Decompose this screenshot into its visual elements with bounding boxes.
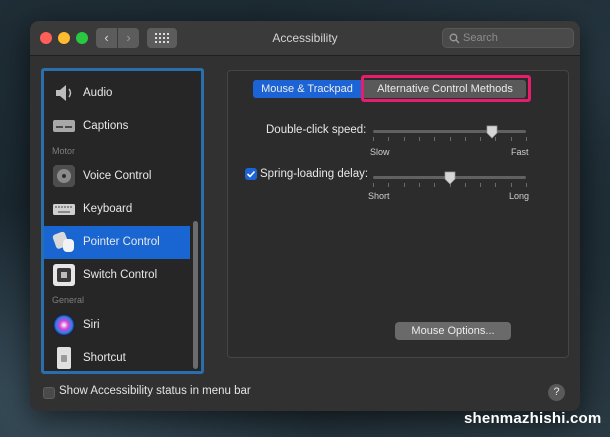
mouse-options-button[interactable]: Mouse Options... — [395, 322, 511, 340]
settings-pane — [227, 70, 569, 358]
slider-tick — [450, 137, 451, 141]
captions-icon — [53, 120, 75, 132]
keyboard-icon — [53, 204, 75, 215]
show-status-checkbox[interactable] — [43, 387, 55, 399]
search-input[interactable]: Search — [442, 28, 574, 48]
spring-loading-checkbox[interactable] — [245, 168, 257, 180]
system-preferences-window: ‹ › Accessibility Search Audio Captions … — [30, 21, 580, 411]
shortcut-icon — [57, 347, 71, 369]
slider-tick — [388, 137, 389, 141]
slider-tick — [465, 137, 466, 141]
grid-icon — [155, 33, 169, 43]
slider-tick — [495, 183, 496, 187]
sidebar-item-voice-control[interactable]: Voice Control — [44, 160, 190, 193]
chevron-left-icon: ‹ — [104, 30, 109, 45]
double-click-speed-slider[interactable] — [373, 130, 526, 133]
double-click-slow-label: Slow — [370, 147, 390, 157]
sidebar-scrollbar[interactable] — [193, 221, 198, 369]
slider-tick — [373, 183, 374, 187]
speaker-icon — [56, 85, 72, 101]
slider-tick — [526, 137, 527, 141]
sidebar-item-siri[interactable]: Siri — [44, 309, 190, 342]
double-click-speed-label: Double-click speed: — [266, 124, 367, 136]
section-label-general: General — [52, 295, 85, 305]
section-label-motor: Motor — [52, 146, 76, 156]
slider-tick — [419, 183, 420, 187]
watermark-text: shenmazhishi.com — [464, 410, 602, 427]
checkmark-icon — [246, 170, 256, 178]
slider-tick — [373, 137, 374, 141]
sidebar-item-label: Shortcut — [83, 352, 126, 364]
sidebar-item-captions[interactable]: Captions — [44, 110, 190, 143]
zoom-button[interactable] — [76, 32, 88, 44]
pointer-control-icon — [52, 231, 74, 252]
slider-tick — [511, 137, 512, 141]
search-icon — [449, 33, 460, 44]
title-bar: ‹ › Accessibility Search — [30, 21, 580, 56]
voice-control-icon — [53, 165, 75, 187]
slider-tick — [434, 137, 435, 141]
tab-mouse-trackpad[interactable]: Mouse & Trackpad — [253, 80, 361, 98]
sidebar-item-pointer-control[interactable]: Pointer Control — [44, 226, 190, 259]
sidebar-item-label: Switch Control — [83, 269, 158, 281]
slider-tick — [404, 183, 405, 187]
slider-tick — [404, 137, 405, 141]
slider-tick — [480, 137, 481, 141]
slider-tick — [526, 183, 527, 187]
sidebar-item-label: Captions — [83, 120, 129, 132]
chevron-right-icon: › — [126, 30, 131, 45]
minimize-button[interactable] — [58, 32, 70, 44]
double-click-fast-label: Fast — [511, 147, 529, 157]
help-button[interactable]: ? — [548, 384, 565, 401]
sidebar-item-keyboard[interactable]: Keyboard — [44, 193, 190, 226]
sidebar-item-label: Voice Control — [83, 170, 152, 182]
sidebar-item-label: Audio — [83, 87, 113, 99]
search-placeholder: Search — [463, 32, 498, 44]
spring-loading-short-label: Short — [368, 191, 390, 201]
category-sidebar[interactable]: Audio Captions Motor Voice Control Keybo… — [41, 68, 204, 374]
sidebar-item-label: Siri — [83, 319, 100, 331]
slider-tick — [419, 137, 420, 141]
annotation-highlight-box — [361, 75, 531, 102]
close-button[interactable] — [40, 32, 52, 44]
show-all-button[interactable] — [147, 28, 177, 48]
double-click-speed-thumb[interactable] — [486, 125, 498, 139]
forward-button[interactable]: › — [118, 28, 139, 48]
spring-loading-delay-label: Spring-loading delay: — [260, 168, 369, 180]
slider-tick — [511, 183, 512, 187]
sidebar-item-switch-control[interactable]: Switch Control — [44, 259, 190, 292]
siri-icon — [53, 314, 75, 336]
spring-loading-delay-thumb[interactable] — [444, 171, 456, 185]
show-status-label: Show Accessibility status in menu bar — [59, 385, 251, 397]
sidebar-item-audio[interactable]: Audio — [44, 77, 190, 110]
slider-tick — [434, 183, 435, 187]
sidebar-item-label: Keyboard — [83, 203, 133, 215]
spring-loading-long-label: Long — [509, 191, 530, 201]
slider-tick — [465, 183, 466, 187]
switch-control-icon — [53, 264, 75, 286]
slider-tick — [388, 183, 389, 187]
sidebar-item-shortcut[interactable]: Shortcut — [44, 342, 190, 371]
slider-tick — [480, 183, 481, 187]
back-button[interactable]: ‹ — [96, 28, 117, 48]
sidebar-item-label: Pointer Control — [83, 236, 160, 248]
